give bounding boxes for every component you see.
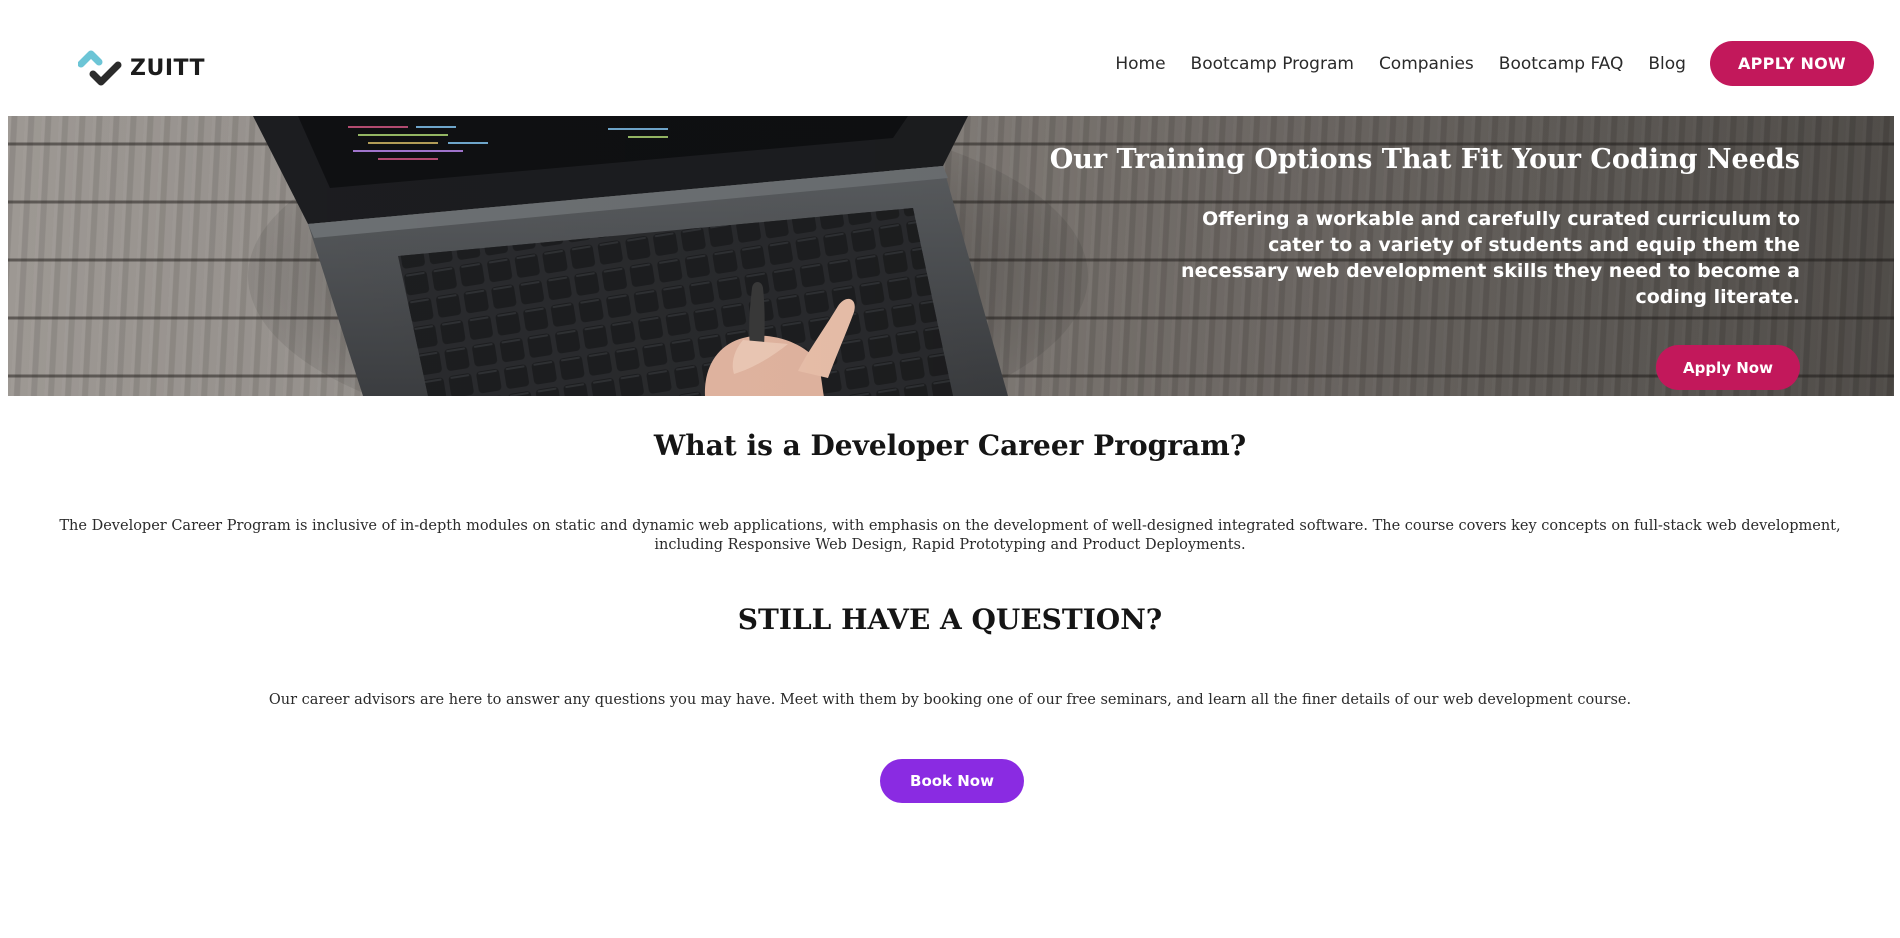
nav-bootcamp-faq[interactable]: Bootcamp FAQ — [1499, 42, 1624, 86]
hero-title: Our Training Options That Fit Your Codin… — [1049, 144, 1800, 175]
zuitt-logo-icon — [78, 50, 122, 86]
hero-apply-now-button[interactable]: Apply Now — [1656, 345, 1800, 390]
header-apply-now-button[interactable]: APPLY NOW — [1709, 41, 1874, 86]
about-text: The Developer Career Program is inclusiv… — [59, 518, 1841, 553]
brand-name: ZUITT — [130, 55, 206, 81]
main-nav: Home Bootcamp Program Companies Bootcamp… — [1115, 41, 1874, 86]
nav-home[interactable]: Home — [1115, 42, 1165, 86]
question-title: STILL HAVE A QUESTION? — [737, 603, 1163, 636]
book-now-button[interactable]: Book Now — [880, 759, 1024, 803]
hero-subtitle: Offering a workable and carefully curate… — [1181, 208, 1800, 308]
nav-blog[interactable]: Blog — [1648, 42, 1686, 86]
zuitt-logo[interactable]: ZUITT — [78, 50, 205, 86]
nav-bootcamp-program[interactable]: Bootcamp Program — [1191, 42, 1354, 86]
about-title: What is a Developer Career Program? — [653, 429, 1247, 462]
site-header: ZUITT Home Bootcamp Program Companies Bo… — [0, 0, 1900, 116]
question-text: Our career advisors are here to answer a… — [268, 692, 1632, 708]
hero-banner: Our Training Options That Fit Your Codin… — [8, 116, 1894, 396]
nav-companies[interactable]: Companies — [1379, 42, 1474, 86]
